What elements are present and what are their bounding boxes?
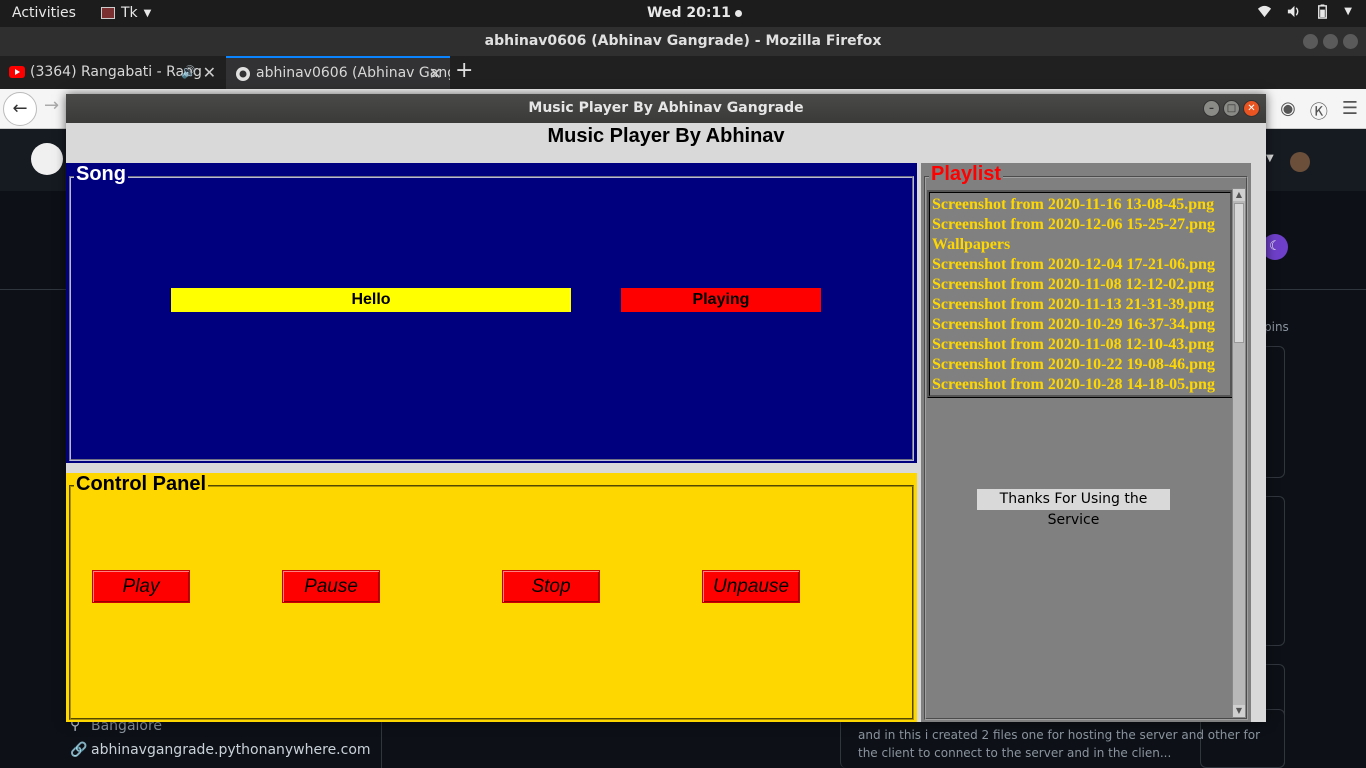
music-player-body: Music Player By Abhinav Song Hello Playi… (66, 123, 1266, 722)
youtube-icon (9, 66, 25, 78)
app-menu-label: Tk (121, 5, 138, 21)
back-arrow-icon[interactable]: ← (3, 92, 37, 126)
firefox-window-controls (1303, 34, 1358, 49)
playlist-listbox[interactable]: Screenshot from 2020-11-16 13-08-45.png … (927, 190, 1233, 398)
firefox-tab-strip: (3364) Rangabati - Rang 🔊 ✕ abhinav0606 … (0, 56, 1366, 89)
playlist-frame: Playlist Screenshot from 2020-11-16 13-0… (921, 163, 1251, 722)
github-icon (236, 67, 250, 81)
playlist-scrollbar[interactable]: ▲ ▼ (1232, 188, 1246, 718)
tab-close-icon[interactable]: ✕ (203, 56, 216, 89)
playlist-item[interactable]: Screenshot from 2020-11-08 12-10-43.png (930, 335, 1230, 355)
battery-icon (1318, 4, 1328, 19)
firefox-title-bar: abhinav0606 (Abhinav Gangrade) - Mozilla… (0, 27, 1366, 56)
system-top-bar: Activities Tk ▼ Wed 20:11 ▼ (0, 0, 1366, 27)
song-frame: Song Hello Playing (66, 163, 917, 463)
activities-button[interactable]: Activities (12, 5, 76, 21)
pins-label: pins (1264, 320, 1289, 334)
playlist-item[interactable]: Screenshot from 2020-11-08 12-12-02.png (930, 275, 1230, 295)
control-panel-legend: Control Panel (74, 473, 209, 496)
play-button[interactable]: Play (92, 570, 190, 603)
playlist-item[interactable]: Screenshot from 2020-10-22 19-08-46.png (930, 355, 1230, 375)
minimize-icon[interactable]: – (1203, 100, 1220, 117)
playlist-item[interactable]: Screenshot from 2020-11-13 21-31-39.png (930, 295, 1230, 315)
thanks-label: Thanks For Using the Service (977, 489, 1170, 528)
tab-close-icon[interactable]: ✕ (429, 58, 442, 89)
playlist-item[interactable]: Screenshot from 2020-10-28 14-18-05.png (930, 375, 1230, 395)
toolbar-icons: ◉ Ⓚ ☰ (1280, 98, 1358, 124)
playlist-legend: Playlist (929, 163, 1004, 186)
notification-dot-icon (734, 9, 742, 17)
clock[interactable]: Wed 20:11 (647, 5, 742, 21)
playlist-item[interactable]: Screenshot from 2020-11-16 13-08-45.png (930, 195, 1230, 215)
playlist-item[interactable]: Screenshot from 2020-12-04 17-21-06.png (930, 255, 1230, 275)
chevron-down-icon: ▼ (1344, 6, 1352, 17)
tab-github[interactable]: abhinav0606 (Abhinav Gangrade) ✕ (226, 56, 450, 89)
wifi-icon (1258, 5, 1272, 18)
tab-label: abhinav0606 (Abhinav Gangrade) (256, 65, 450, 81)
playlist-item[interactable]: Screenshot from 2020-12-06 15-25-27.png (930, 215, 1230, 235)
playlist-item[interactable]: Screenshot from 2020-10-29 16-37-34.png (930, 315, 1230, 335)
app-menu[interactable]: Tk ▼ (101, 5, 151, 21)
pause-button[interactable]: Pause (282, 570, 380, 603)
tab-label: (3364) Rangabati - Rang (30, 64, 202, 80)
system-tray[interactable]: ▼ (1257, 4, 1352, 19)
music-player-title-bar[interactable]: Music Player By Abhinav Gangrade – □ ✕ (66, 94, 1266, 123)
clock-text: Wed 20:11 (647, 5, 731, 21)
forward-arrow-icon[interactable]: → (44, 95, 59, 116)
song-name-label: Hello (171, 288, 571, 312)
tab-youtube[interactable]: (3364) Rangabati - Rang 🔊 ✕ (0, 56, 224, 89)
extension-icon[interactable]: ◉ (1280, 98, 1296, 124)
close-icon[interactable]: ✕ (1243, 100, 1260, 117)
new-tab-plus-icon[interactable]: + (455, 58, 473, 83)
music-player-window: Music Player By Abhinav Gangrade – □ ✕ M… (66, 94, 1266, 722)
avatar[interactable] (1290, 152, 1310, 172)
close-icon[interactable] (1343, 34, 1358, 49)
hamburger-menu-icon[interactable]: ☰ (1342, 98, 1358, 124)
stop-button[interactable]: Stop (502, 570, 600, 603)
scrollbar-thumb[interactable] (1234, 203, 1244, 343)
reader-icon[interactable]: Ⓚ (1310, 98, 1328, 124)
minimize-icon[interactable] (1303, 34, 1318, 49)
status-label: Playing (621, 288, 821, 312)
tk-app-icon (101, 7, 115, 19)
profile-website-link[interactable]: abhinavgangrade.pythonanywhere.com (91, 742, 371, 758)
maximize-icon[interactable] (1323, 34, 1338, 49)
maximize-icon[interactable]: □ (1223, 100, 1240, 117)
app-heading: Music Player By Abhinav (547, 125, 785, 147)
firefox-window-title: abhinav0606 (Abhinav Gangrade) - Mozilla… (484, 33, 882, 49)
volume-icon (1288, 5, 1299, 18)
unpause-button[interactable]: Unpause (702, 570, 800, 603)
song-frame-border (69, 176, 914, 461)
repo-description: and in this i created 2 files one for ho… (858, 728, 1261, 760)
chevron-down-icon[interactable]: ▼ (1266, 153, 1274, 164)
link-icon: 🔗 (70, 742, 88, 758)
window-title: Music Player By Abhinav Gangrade (528, 100, 804, 116)
playlist-item[interactable]: Wallpapers (930, 235, 1230, 255)
github-logo-icon[interactable] (31, 143, 63, 175)
speaker-icon[interactable]: 🔊 (181, 56, 196, 89)
scroll-down-arrow-icon[interactable]: ▼ (1233, 705, 1245, 717)
song-frame-legend: Song (74, 163, 128, 186)
chevron-down-icon: ▼ (143, 7, 152, 19)
window-controls: – □ ✕ (1203, 100, 1260, 117)
scroll-up-arrow-icon[interactable]: ▲ (1233, 189, 1245, 201)
control-panel-frame: Control Panel Play Pause Stop Unpause (66, 473, 917, 722)
